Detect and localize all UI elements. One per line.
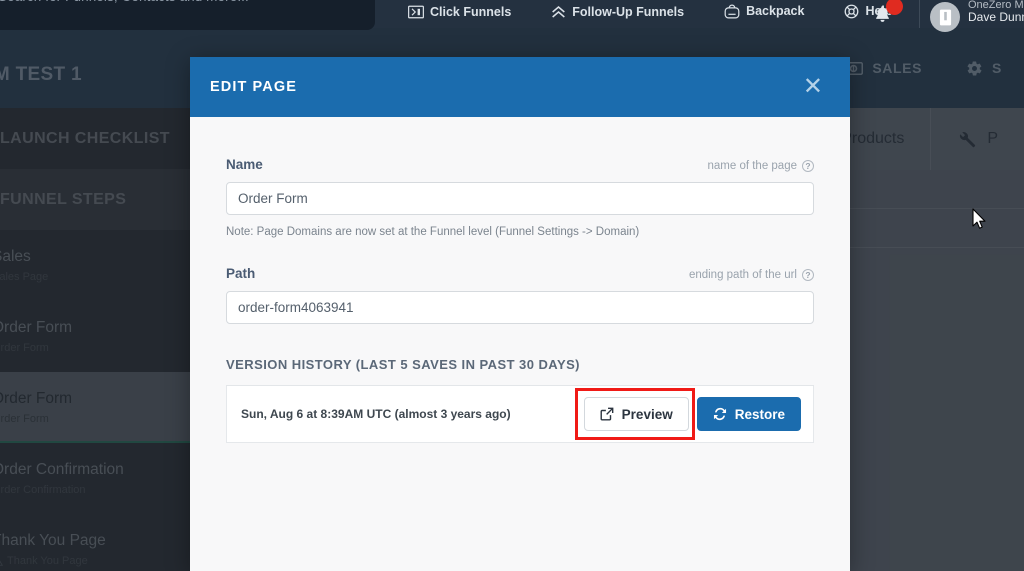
help-circle-icon[interactable]: ? — [802, 269, 814, 281]
account-org-label: OneZero M — [968, 0, 1024, 11]
bell-icon — [874, 5, 891, 23]
version-history-title: VERSION HISTORY (LAST 5 SAVES IN PAST 30… — [226, 357, 814, 386]
top-navigation-bar: Search for Funnels, Contacts and more...… — [0, 0, 1024, 32]
path-field-header: Path ending path of the url ? — [226, 266, 814, 281]
restore-button-label: Restore — [734, 406, 785, 422]
global-search-placeholder: Search for Funnels, Contacts and more... — [0, 0, 249, 4]
top-nav-links: Click Funnels Follow-Up Funnels Backpack — [408, 0, 933, 28]
domain-note: Note: Page Domains are now set at the Fu… — [226, 226, 640, 238]
path-field-hint-label: ending path of the url — [688, 269, 797, 281]
preview-button-label: Preview — [621, 406, 673, 422]
global-search-box[interactable]: Search for Funnels, Contacts and more... — [0, 0, 375, 30]
refresh-icon — [713, 407, 727, 421]
nav-divider — [919, 0, 920, 28]
name-input[interactable] — [226, 182, 814, 215]
name-field-hint: name of the page ? — [707, 160, 814, 172]
close-icon[interactable]: ✕ — [799, 73, 827, 101]
chevrons-up-icon — [551, 5, 566, 19]
account-menu[interactable]: OneZero M Dave Dunn — [930, 0, 1024, 32]
building-icon — [939, 9, 951, 25]
version-history-actions: Preview Restore — [574, 388, 801, 440]
name-field-header: Name name of the page ? — [226, 157, 814, 172]
modal-header: EDIT PAGE ✕ — [190, 57, 850, 117]
avatar — [930, 2, 960, 32]
account-name-block: OneZero M Dave Dunn — [968, 0, 1024, 25]
nav-follow-up-funnels-label: Follow-Up Funnels — [572, 4, 685, 19]
restore-button[interactable]: Restore — [696, 397, 801, 431]
clickfunnels-icon — [408, 5, 424, 19]
app-root: FM TEST 1 SALES S — [0, 0, 1024, 571]
nav-backpack-label: Backpack — [746, 4, 805, 19]
name-field-label: Name — [226, 157, 263, 172]
modal-body: Name name of the page ? Note: Page Domai… — [190, 117, 850, 443]
help-circle-icon[interactable]: ? — [802, 160, 814, 172]
path-field-hint: ending path of the url ? — [689, 269, 814, 281]
nav-follow-up-funnels[interactable]: Follow-Up Funnels — [551, 5, 700, 28]
backpack-icon — [724, 4, 740, 19]
name-field-hint-label: name of the page — [707, 160, 797, 172]
edit-page-modal: EDIT PAGE ✕ Name name of the page ? Note… — [190, 57, 850, 571]
path-field-label: Path — [226, 266, 256, 281]
page-title: EDIT PAGE — [210, 79, 297, 95]
table-row: Sun, Aug 6 at 8:39AM UTC (almost 3 years… — [226, 386, 814, 443]
notifications-button[interactable] — [874, 0, 891, 28]
path-input[interactable] — [226, 291, 814, 324]
external-link-icon — [600, 407, 614, 421]
nav-click-funnels[interactable]: Click Funnels — [408, 5, 527, 28]
nav-backpack[interactable]: Backpack — [724, 4, 820, 28]
preview-button[interactable]: Preview — [583, 397, 689, 431]
account-user-label: Dave Dunn — [968, 10, 1024, 25]
version-history-date: Sun, Aug 6 at 8:39AM UTC (almost 3 years… — [241, 407, 511, 421]
lifebuoy-icon — [844, 4, 859, 19]
nav-click-funnels-label: Click Funnels — [430, 4, 512, 19]
